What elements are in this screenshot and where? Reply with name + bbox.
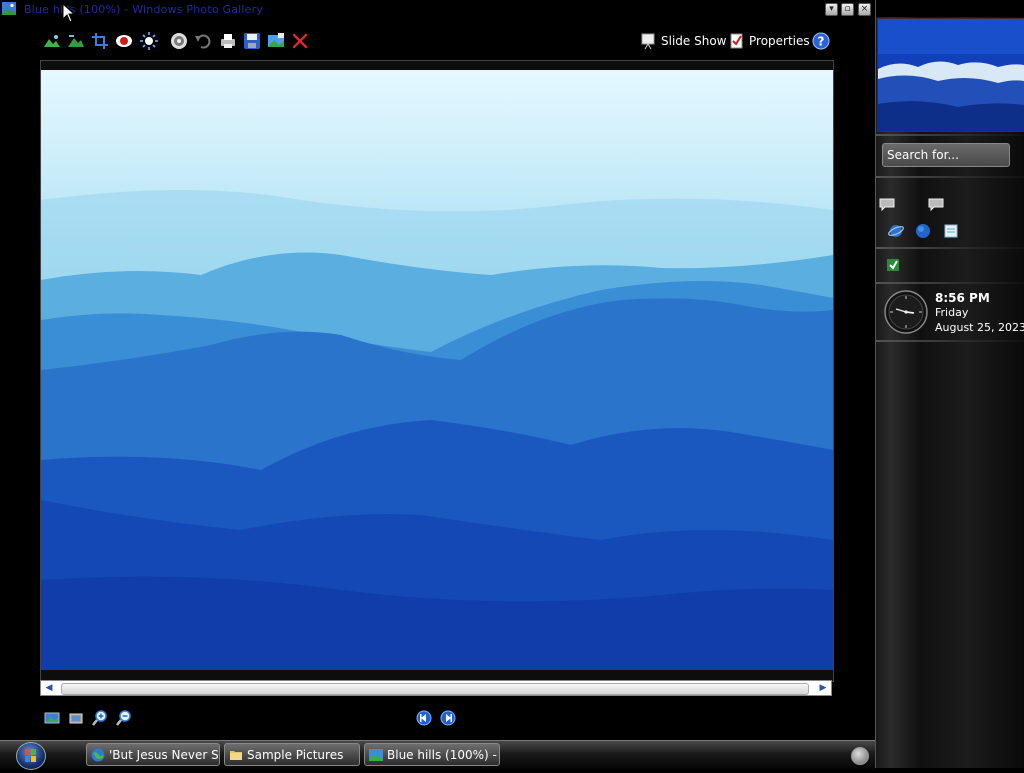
sidebar-header xyxy=(876,0,1024,17)
horizontal-scrollbar[interactable]: ◀ ▶ xyxy=(40,680,832,696)
divider xyxy=(876,176,1024,178)
title-bar[interactable]: Blue hills (100%) - Windows Photo Galler… xyxy=(0,0,875,20)
auto-fix-icon[interactable] xyxy=(170,32,188,50)
previous-icon[interactable] xyxy=(416,710,432,726)
taskbar-item-label: Blue hills (100%) - ... xyxy=(387,748,500,762)
brightness-icon[interactable] xyxy=(140,32,158,50)
save-icon[interactable] xyxy=(243,32,261,50)
taskbar-item-label: Sample Pictures xyxy=(247,748,344,762)
slideshow-label: Slide Show xyxy=(661,34,727,48)
show-sidebar-button[interactable] xyxy=(851,747,869,765)
crop-icon[interactable] xyxy=(91,32,109,50)
window-title: Blue hills (100%) - Windows Photo Galler… xyxy=(24,3,264,16)
help-icon[interactable]: ? xyxy=(812,32,830,50)
divider xyxy=(876,282,1024,284)
internet-explorer-icon[interactable] xyxy=(888,223,904,239)
maximize-button[interactable]: ▫ xyxy=(841,3,854,16)
wallpaper-icon[interactable] xyxy=(267,32,285,50)
photo-gallery-icon xyxy=(369,749,383,761)
properties-label: Properties xyxy=(749,34,810,48)
clock-date: August 25, 2023 xyxy=(935,321,1024,334)
close-button[interactable]: × xyxy=(858,3,871,16)
taskbar-item-browser[interactable]: 'But Jesus Never S... xyxy=(86,743,220,766)
image-viewer[interactable] xyxy=(40,60,834,682)
divider xyxy=(876,134,1024,136)
slideshow-icon xyxy=(641,33,655,49)
globe-icon[interactable] xyxy=(915,223,931,239)
best-fit-icon[interactable] xyxy=(44,710,60,726)
red-eye-icon[interactable] xyxy=(115,32,133,50)
chat-bubble-icon[interactable] xyxy=(928,196,944,212)
landscape-icon[interactable] xyxy=(43,32,61,50)
landscape-alt-icon[interactable] xyxy=(67,32,85,50)
start-button[interactable] xyxy=(16,742,46,770)
blue-hills-photo xyxy=(41,70,833,670)
chat-bubble-icon[interactable] xyxy=(879,196,895,212)
divider xyxy=(876,340,1024,342)
photo-gallery-window: Blue hills (100%) - Windows Photo Galler… xyxy=(0,0,875,740)
properties-icon xyxy=(730,33,743,49)
slideshow-button[interactable]: Slide Show xyxy=(641,32,726,50)
undo-icon[interactable] xyxy=(194,32,212,50)
minimize-button[interactable]: ▾ xyxy=(825,3,838,16)
scrollbar-thumb[interactable] xyxy=(61,683,809,695)
clock-time: 8:56 PM xyxy=(935,291,990,305)
taskbar-item-label: 'But Jesus Never S... xyxy=(109,748,220,762)
folder-icon xyxy=(230,751,242,760)
photo-gallery-icon xyxy=(2,2,16,15)
scroll-right-icon[interactable]: ▶ xyxy=(815,681,831,695)
add-gadget-icon[interactable] xyxy=(885,257,901,273)
next-icon[interactable] xyxy=(440,710,456,726)
windows-logo-icon xyxy=(25,749,36,762)
search-input[interactable] xyxy=(882,143,1010,167)
divider xyxy=(876,247,1024,249)
taskbar-item-photo-gallery[interactable]: Blue hills (100%) - ... xyxy=(364,743,500,766)
scroll-left-icon[interactable]: ◀ xyxy=(41,681,57,695)
clock-day: Friday xyxy=(935,306,969,319)
delete-icon[interactable] xyxy=(291,32,309,50)
toolbar: Slide Show Properties ? xyxy=(0,28,875,54)
slideshow-gadget[interactable] xyxy=(877,18,1024,132)
svg-text:?: ? xyxy=(818,35,825,49)
zoom-out-icon[interactable] xyxy=(116,710,132,726)
navigation-bar xyxy=(0,708,875,728)
globe-icon xyxy=(91,748,105,762)
mouse-cursor-icon xyxy=(62,3,74,23)
zoom-in-icon[interactable] xyxy=(92,710,108,726)
actual-size-icon[interactable] xyxy=(68,710,84,726)
windows-sidebar: 8:56 PM Friday August 25, 2023 xyxy=(875,0,1024,768)
properties-button[interactable]: Properties xyxy=(730,32,810,50)
taskbar: 'But Jesus Never S... Sample Pictures Bl… xyxy=(0,740,875,770)
notes-icon[interactable] xyxy=(943,223,959,239)
taskbar-item-folder[interactable]: Sample Pictures xyxy=(224,743,360,766)
clock-icon xyxy=(884,290,928,334)
print-icon[interactable] xyxy=(219,32,237,50)
